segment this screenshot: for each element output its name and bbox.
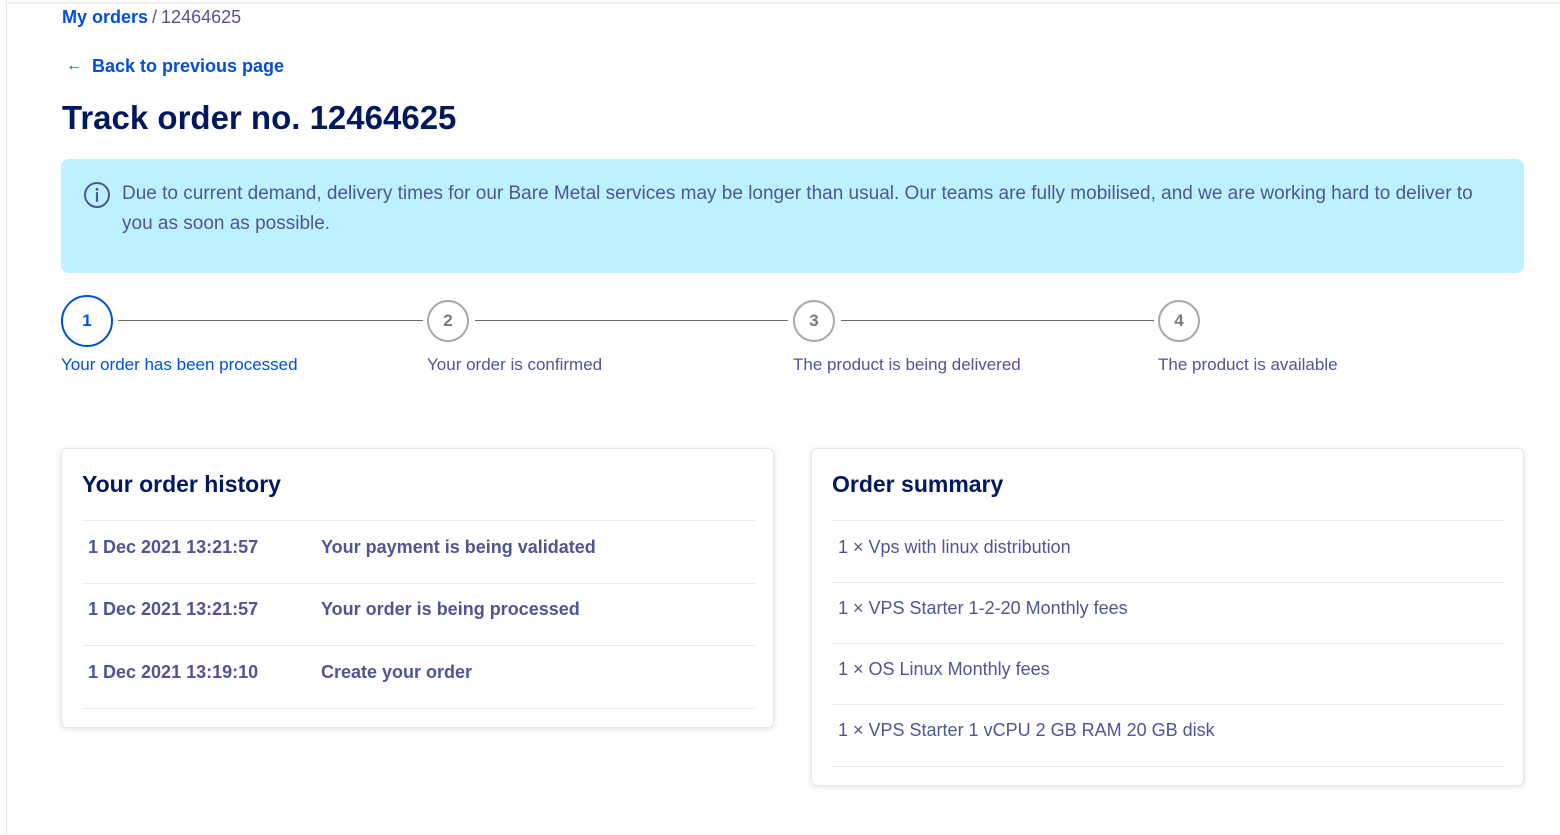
info-alert-banner: Due to current demand, delivery times fo… [61, 159, 1524, 273]
order-summary-card: Order summary 1 × Vps with linux distrib… [811, 448, 1524, 786]
row-divider [832, 766, 1505, 767]
step-connector-2-3 [475, 320, 788, 321]
row-divider [82, 520, 755, 521]
page-title: Track order no. 12464625 [62, 99, 457, 136]
step-2-label: Your order is confirmed [427, 355, 603, 374]
order-history-card: Your order history 1 Dec 2021 13:21:57 Y… [61, 448, 774, 728]
row-divider [832, 582, 1505, 583]
row-divider [832, 643, 1505, 644]
step-1-circle: 1 [61, 295, 113, 347]
row-divider [832, 704, 1505, 705]
breadcrumb-separator: / [152, 7, 158, 27]
step-1-label: Your order has been processed [61, 355, 298, 374]
step-connector-1-2 [118, 320, 423, 321]
order-history-title: Your order history [82, 471, 281, 497]
breadcrumb-my-orders-link[interactable]: My orders [62, 7, 148, 27]
info-icon [84, 182, 110, 208]
arrow-left-icon: ← [66, 57, 82, 74]
summary-item: 1 × VPS Starter 1-2-20 Monthly fees [838, 598, 1128, 618]
left-border [6, 0, 7, 835]
row-divider [82, 708, 755, 709]
history-date: 1 Dec 2021 13:21:57 [88, 537, 259, 557]
row-divider [832, 520, 1505, 521]
step-4-label: The product is available [1158, 355, 1338, 374]
step-3-label: The product is being delivered [793, 355, 1021, 374]
alert-message: Due to current demand, delivery times fo… [122, 183, 1473, 234]
breadcrumb: My orders/12464625 [62, 5, 241, 29]
row-divider [82, 645, 755, 646]
top-border [6, 2, 1560, 4]
step-2-circle: 2 [427, 300, 469, 342]
history-event: Your order is being processed [321, 599, 580, 619]
step-3-circle: 3 [793, 300, 835, 342]
history-event: Your payment is being validated [321, 537, 596, 557]
breadcrumb-current-order: 12464625 [161, 7, 242, 27]
summary-item: 1 × Vps with linux distribution [838, 537, 1071, 557]
history-date: 1 Dec 2021 13:19:10 [88, 662, 259, 682]
history-date: 1 Dec 2021 13:21:57 [88, 599, 259, 619]
row-divider [82, 583, 755, 584]
step-4-circle: 4 [1158, 300, 1200, 342]
order-summary-title: Order summary [832, 471, 1004, 497]
history-event: Create your order [321, 662, 473, 682]
summary-item: 1 × VPS Starter 1 vCPU 2 GB RAM 20 GB di… [838, 720, 1215, 740]
step-connector-3-4 [841, 320, 1154, 321]
summary-item: 1 × OS Linux Monthly fees [838, 659, 1050, 679]
back-link-label: Back to previous page [92, 56, 285, 76]
back-to-previous-page-link[interactable]: ← Back to previous page [66, 54, 284, 78]
